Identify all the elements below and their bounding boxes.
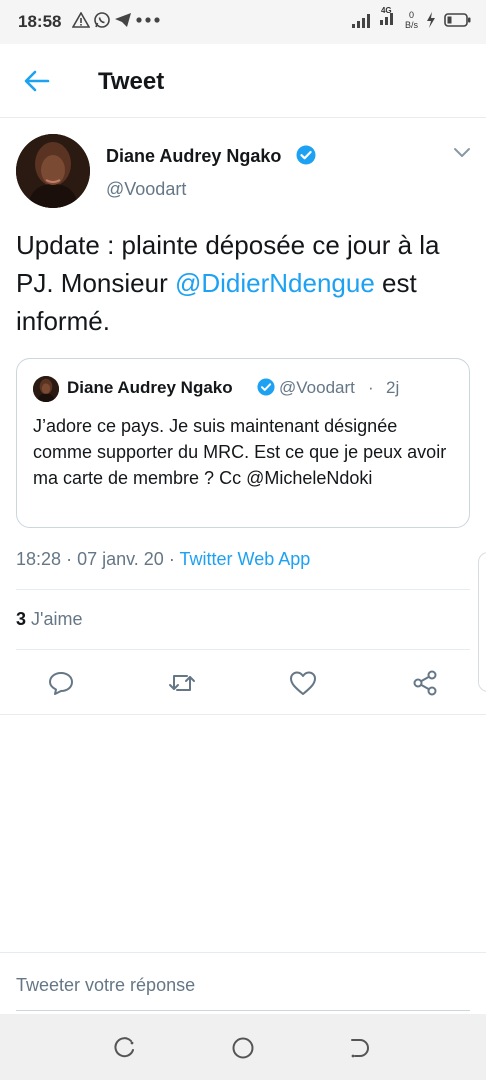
whatsapp-icon	[94, 12, 110, 28]
page-title: Tweet	[98, 68, 165, 95]
charging-icon	[427, 11, 435, 28]
divider	[16, 589, 470, 590]
reply-button[interactable]	[46, 668, 76, 698]
quoted-separator: ·	[368, 378, 374, 397]
likes-label: J'aime	[26, 609, 83, 629]
tweet-date: 07 janv. 20	[77, 549, 164, 569]
net-speed: 0 B/s	[405, 10, 418, 30]
like-icon	[290, 671, 316, 695]
net-speed-unit: B/s	[404, 19, 418, 30]
avatar-image	[16, 134, 90, 208]
author-name[interactable]: Diane Audrey Ngako	[106, 146, 281, 167]
app-header: Tweet	[0, 44, 486, 118]
tweet-text: Update : plainte déposée ce jour à la PJ…	[16, 226, 476, 340]
divider	[16, 649, 470, 650]
signal-icon	[351, 13, 370, 28]
like-button[interactable]	[288, 668, 318, 698]
tweet-meta: 18:28 · 07 janv. 20 · Twitter Web App	[16, 549, 310, 570]
reply-input[interactable]	[16, 971, 470, 1011]
edge-panel-handle[interactable]	[478, 552, 486, 692]
quoted-tweet-text: J’adore ce pays. Je suis maintenant dési…	[33, 416, 447, 488]
home-icon[interactable]	[229, 1034, 257, 1062]
verified-badge-icon	[257, 378, 275, 396]
reply-bar	[0, 952, 486, 1014]
quoted-time-ago: 2j	[386, 378, 400, 397]
likes-summary[interactable]: 3 J'aime	[16, 609, 82, 630]
avatar-image	[33, 376, 59, 402]
meta-separator: ·	[168, 549, 175, 569]
quoted-tweet-card[interactable]: Diane Audrey Ngako @Voodart · 2j J’adore…	[16, 358, 470, 528]
share-icon	[413, 670, 437, 696]
recent-apps-icon[interactable]	[111, 1034, 139, 1062]
status-time: 18:58	[18, 12, 62, 31]
arrow-left-icon	[24, 70, 50, 92]
back-nav-icon[interactable]	[346, 1034, 374, 1062]
meta-separator: ·	[66, 549, 73, 569]
chevron-down-icon[interactable]	[452, 146, 472, 160]
more-dots-icon	[136, 17, 160, 23]
warning-icon	[72, 12, 90, 28]
retweet-icon	[169, 675, 195, 691]
battery-icon	[444, 12, 471, 27]
signal-badge: 4G	[380, 6, 392, 15]
status-bar: 18:58 4G 0 B/s	[0, 0, 486, 44]
quoted-author-handle: @Voodart	[279, 378, 355, 397]
system-icons: 4G 0 B/s	[351, 6, 472, 31]
back-button[interactable]	[22, 68, 52, 94]
quoted-author-avatar	[33, 376, 59, 402]
retweet-button[interactable]	[167, 668, 197, 698]
verified-badge-icon	[296, 145, 316, 165]
system-nav-bar	[0, 1014, 486, 1080]
author-avatar[interactable]	[16, 134, 90, 208]
author-handle[interactable]: @Voodart	[106, 179, 186, 200]
tweet-time: 18:28	[16, 549, 62, 569]
likes-count: 3	[16, 609, 27, 629]
quoted-author-name: Diane Audrey Ngako	[67, 378, 233, 397]
telegram-icon	[115, 13, 131, 27]
tweet-source-link[interactable]: Twitter Web App	[180, 549, 311, 569]
notification-icons	[72, 11, 161, 29]
divider	[0, 714, 486, 715]
mention-link[interactable]: @DidierNdengue	[175, 268, 375, 298]
net-speed-value: 0	[408, 9, 414, 20]
share-button[interactable]	[410, 668, 440, 698]
reply-icon	[49, 672, 73, 695]
